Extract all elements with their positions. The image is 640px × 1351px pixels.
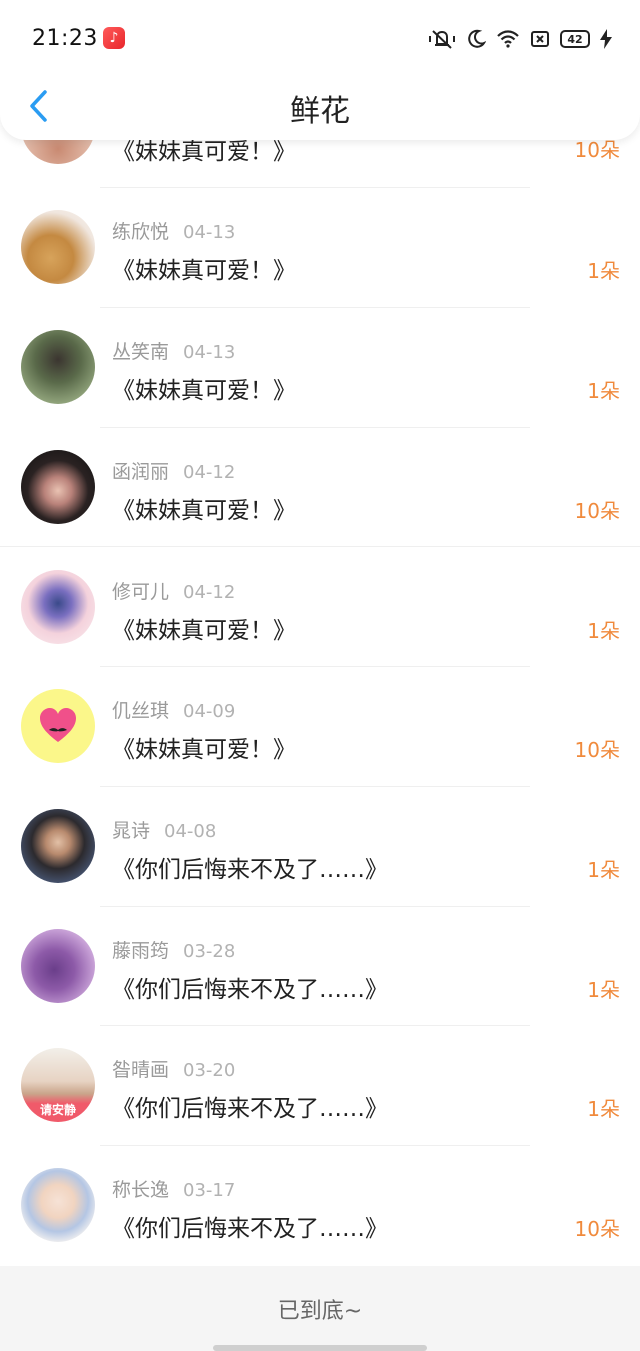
flower-count: 1朵 xyxy=(587,858,620,882)
nav-bar: 鲜花 xyxy=(0,80,640,136)
message-text: 《你们后悔来不及了……》 xyxy=(112,857,388,883)
message-text: 《你们后悔来不及了……》 xyxy=(112,977,388,1003)
heart-icon xyxy=(40,708,76,742)
flower-count: 1朵 xyxy=(587,259,620,283)
sender-meta: 昝晴画 03-20 xyxy=(112,1055,235,1082)
avatar[interactable] xyxy=(21,210,95,284)
list-item[interactable]: 仉丝琪 04-09 《妹妹真可爱！》 10朵 xyxy=(0,667,640,787)
list-item[interactable]: 藤雨筠 03-28 《你们后悔来不及了……》 1朵 xyxy=(0,907,640,1027)
send-date: 03-17 xyxy=(183,1180,236,1201)
list-item[interactable]: 函润丽 04-12 《妹妹真可爱！》 10朵 xyxy=(0,428,640,548)
list-item[interactable]: 丛笑南 04-13 《妹妹真可爱！》 1朵 xyxy=(0,308,640,428)
sender-name: 藤雨筠 xyxy=(112,940,170,962)
list-item[interactable]: 称长逸 03-17 《你们后悔来不及了……》 10朵 xyxy=(0,1146,640,1266)
avatar[interactable] xyxy=(21,929,95,1003)
sender-meta: 函润丽 04-12 xyxy=(112,457,235,484)
avatar[interactable] xyxy=(21,1168,95,1242)
app-header: 21:23 ♪ 42 鲜花 xyxy=(0,0,640,140)
message-text: 《你们后悔来不及了……》 xyxy=(112,1216,388,1242)
message-text: 《妹妹真可爱！》 xyxy=(112,378,296,404)
send-date: 04-08 xyxy=(164,821,217,842)
sender-name: 称长逸 xyxy=(112,1179,170,1201)
page-title: 鲜花 xyxy=(290,94,350,129)
sender-meta: 丛笑南 04-13 xyxy=(112,337,235,364)
avatar[interactable] xyxy=(21,809,95,883)
sender-name: 修可儿 xyxy=(112,581,170,603)
list-item[interactable]: 练欣悦 04-13 《妹妹真可爱！》 1朵 xyxy=(0,188,640,308)
status-time: 21:23 xyxy=(32,26,98,51)
list-item[interactable]: 修可儿 04-12 《妹妹真可爱！》 1朵 xyxy=(0,547,640,667)
battery-level: 42 xyxy=(560,30,590,48)
avatar-badge-text: 请安静 xyxy=(39,1103,76,1117)
sender-name: 丛笑南 xyxy=(112,341,170,363)
list-item[interactable]: 晁诗 04-08 《你们后悔来不及了……》 1朵 xyxy=(0,787,640,907)
send-date: 04-12 xyxy=(183,582,236,603)
sender-meta: 练欣悦 04-13 xyxy=(112,217,235,244)
end-of-list-footer: 已到底~ xyxy=(0,1266,640,1351)
avatar[interactable] xyxy=(21,689,95,763)
list-item[interactable]: 请安静 昝晴画 03-20 《你们后悔来不及了……》 1朵 xyxy=(0,1026,640,1146)
sender-meta: 仉丝琪 04-09 xyxy=(112,696,235,723)
sender-name: 仉丝琪 xyxy=(112,700,170,722)
message-text: 《妹妹真可爱！》 xyxy=(112,737,296,763)
flower-count: 10朵 xyxy=(574,499,620,523)
flower-count: 1朵 xyxy=(587,1097,620,1121)
sender-meta: 修可儿 04-12 xyxy=(112,577,235,604)
sender-name: 函润丽 xyxy=(112,461,170,483)
sender-name: 晁诗 xyxy=(112,820,151,842)
charging-bolt-icon xyxy=(600,29,612,49)
sender-meta: 藤雨筠 03-28 xyxy=(112,936,235,963)
music-notification-icon: ♪ xyxy=(103,27,125,49)
flower-count: 1朵 xyxy=(587,379,620,403)
message-text: 《你们后悔来不及了……》 xyxy=(112,1096,388,1122)
home-indicator[interactable] xyxy=(213,1345,427,1351)
moon-icon xyxy=(466,29,486,49)
status-icons: 42 xyxy=(428,26,612,52)
wifi-icon xyxy=(496,29,520,49)
sim-blocked-icon xyxy=(530,30,550,48)
status-bar: 21:23 ♪ 42 xyxy=(0,0,640,80)
flower-count: 10朵 xyxy=(574,738,620,762)
avatar[interactable]: 请安静 xyxy=(21,1048,95,1122)
send-date: 04-13 xyxy=(183,342,236,363)
flower-count: 1朵 xyxy=(587,619,620,643)
sender-name: 练欣悦 xyxy=(112,221,170,243)
send-date: 04-13 xyxy=(183,222,236,243)
message-text: 《妹妹真可爱！》 xyxy=(112,618,296,644)
vibrate-mute-icon xyxy=(428,28,456,50)
sender-meta: 晁诗 04-08 xyxy=(112,816,216,843)
flower-count: 1朵 xyxy=(587,978,620,1002)
send-date: 03-20 xyxy=(183,1060,236,1081)
send-date: 03-28 xyxy=(183,941,236,962)
send-date: 04-09 xyxy=(183,701,236,722)
sender-meta: 称长逸 03-17 xyxy=(112,1175,235,1202)
message-text: 《妹妹真可爱！》 xyxy=(112,498,296,524)
avatar[interactable] xyxy=(21,450,95,524)
flower-count: 10朵 xyxy=(574,1217,620,1241)
avatar[interactable] xyxy=(21,330,95,404)
message-text: 《妹妹真可爱！》 xyxy=(112,258,296,284)
avatar[interactable] xyxy=(21,570,95,644)
end-of-list-text: 已到底~ xyxy=(277,1298,363,1324)
sender-name: 昝晴画 xyxy=(112,1059,170,1081)
send-date: 04-12 xyxy=(183,462,236,483)
